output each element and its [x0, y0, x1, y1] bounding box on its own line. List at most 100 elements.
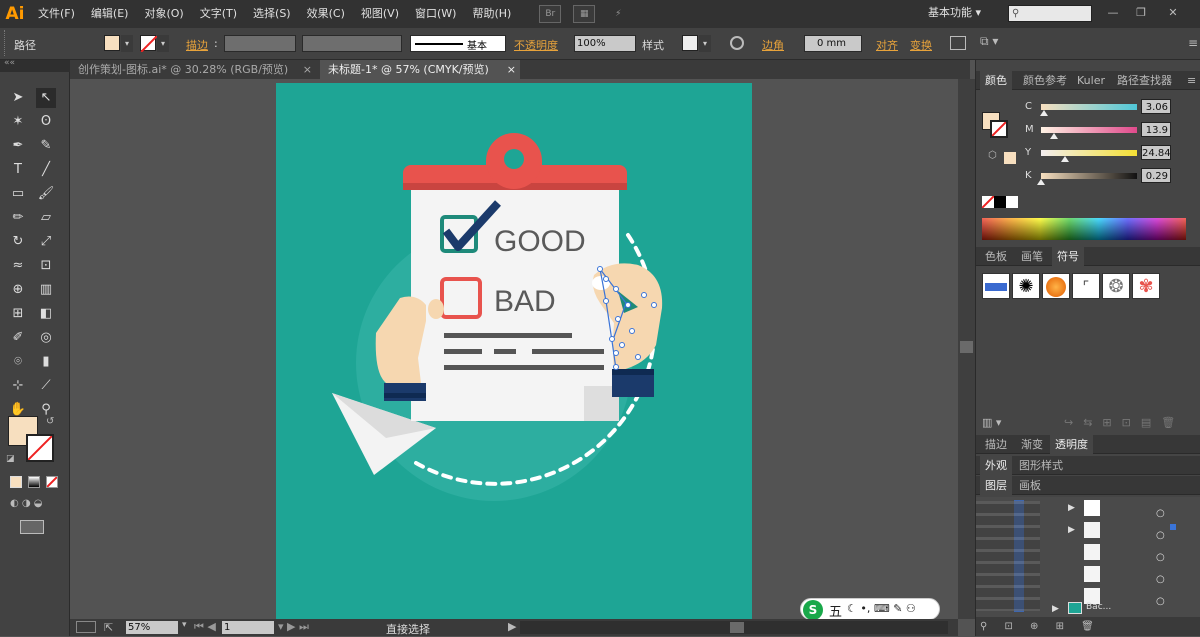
align-link[interactable]: 对齐	[876, 37, 898, 53]
symbol-sprayer-tool-icon[interactable]: ⌾	[8, 352, 28, 372]
menu-file[interactable]: 文件(F)	[30, 0, 83, 28]
menu-window[interactable]: 窗口(W)	[407, 0, 464, 28]
stroke-label[interactable]: 描边	[186, 37, 208, 53]
tab-document-1[interactable]: 创作策划-图标.ai* @ 30.28% (RGB/预览) ×	[70, 60, 316, 79]
zoom-dropdown-icon[interactable]: ▾	[182, 620, 187, 630]
slider-handle[interactable]	[1039, 110, 1048, 116]
recolor-artwork-icon[interactable]	[730, 36, 744, 50]
gradient-tool-icon[interactable]: ◧	[36, 304, 56, 324]
slider-value-field[interactable]: 24.84	[1141, 145, 1171, 160]
bridge-icon[interactable]: Br	[539, 5, 562, 23]
slider-track[interactable]	[1041, 173, 1137, 179]
symbol-ink-splat[interactable]: ✺	[1012, 273, 1040, 299]
stroke-none-swatch[interactable]	[140, 35, 158, 53]
slider-track[interactable]	[1041, 104, 1137, 110]
grip-handle[interactable]	[4, 30, 7, 56]
corner-label[interactable]: 边角	[762, 37, 784, 53]
curvature-tool-icon[interactable]: ✎	[36, 136, 56, 156]
slider-track[interactable]	[1041, 150, 1137, 156]
artboard-number-field[interactable]: 1	[222, 621, 274, 634]
pencil-tool-icon[interactable]: ✏	[8, 208, 28, 228]
none-swatch[interactable]	[981, 195, 995, 209]
slider-value-field[interactable]: 0.29	[1141, 168, 1171, 183]
artboard[interactable]: GOOD BAD	[276, 83, 752, 619]
brush-definition[interactable]: 基本	[410, 35, 506, 52]
selection-tool-icon[interactable]: ➤	[8, 88, 28, 108]
rotate-tool-icon[interactable]: ↻	[8, 232, 28, 252]
slider-handle[interactable]	[1060, 156, 1069, 162]
color-spectrum[interactable]	[982, 218, 1186, 240]
symbol-dotted-corner[interactable]: ⌜	[1072, 273, 1100, 299]
stroke-weight-field[interactable]	[224, 35, 296, 52]
next-artboard-icon[interactable]: ▾ ▶ ⏭	[278, 620, 309, 634]
stroke-color-box[interactable]	[26, 434, 54, 462]
symbol-orange-ball[interactable]	[1042, 273, 1070, 299]
collapse-icon[interactable]: ««	[4, 58, 15, 68]
restore-button[interactable]: ❐	[1130, 3, 1152, 23]
vertical-scrollbar[interactable]	[958, 79, 975, 619]
color-mode-icon[interactable]	[10, 476, 22, 488]
paintbrush-tool-icon[interactable]: 🖌	[36, 184, 56, 204]
horizontal-scrollbar[interactable]	[520, 621, 948, 634]
swap-fill-stroke-icon[interactable]: ↺	[46, 416, 54, 427]
menu-object[interactable]: 对象(O)	[136, 0, 191, 28]
menu-type[interactable]: 文字(T)	[192, 0, 245, 28]
tab-layers[interactable]: 图层	[980, 476, 1012, 495]
target-circle-icons[interactable]: ○ ○ ○ ○ ○	[1156, 503, 1165, 613]
tab-graphic-styles[interactable]: 图形样式	[1014, 456, 1068, 475]
layers-footer-icons[interactable]: ⚲ ⊡ ⊕ ⊞ 🗑	[976, 617, 1200, 636]
layers-list[interactable]: ▶ ▶ ▶ Bac... ○ ○ ○ ○ ○	[976, 497, 1200, 617]
slice-tool-icon[interactable]: ⟋	[36, 376, 56, 396]
tab-pathfinder[interactable]: 路径查找器	[1112, 71, 1177, 90]
lasso-tool-icon[interactable]: ʘ	[36, 112, 56, 132]
default-colors-icon[interactable]: ◪	[6, 454, 15, 464]
scale-tool-icon[interactable]: ⤢	[36, 232, 56, 252]
tab-gradient[interactable]: 渐变	[1016, 435, 1048, 454]
close-button[interactable]: ✕	[1162, 3, 1184, 23]
slider-handle[interactable]	[1050, 133, 1059, 139]
menu-effect[interactable]: 效果(C)	[299, 0, 353, 28]
expand-arrow-icon[interactable]: ▶	[1052, 604, 1059, 614]
tab-appearance[interactable]: 外观	[980, 456, 1012, 475]
expand-arrow-icon[interactable]: ▶	[1068, 525, 1075, 535]
perspective-grid-tool-icon[interactable]: ▥	[36, 280, 56, 300]
direct-selection-tool-icon[interactable]: ↖	[36, 88, 56, 108]
opacity-field[interactable]: 100%	[574, 35, 636, 52]
symbol-red-flower[interactable]: ✾	[1132, 273, 1160, 299]
pen-tool-icon[interactable]: ✒	[8, 136, 28, 156]
tab-transparency[interactable]: 透明度	[1050, 435, 1093, 454]
help-search-input[interactable]: ⚲	[1008, 5, 1092, 22]
menu-view[interactable]: 视图(V)	[353, 0, 407, 28]
type-tool-icon[interactable]: T	[8, 160, 28, 180]
tab-symbols[interactable]: 符号	[1052, 247, 1084, 266]
menu-edit[interactable]: 编辑(E)	[83, 0, 137, 28]
background-layer-name[interactable]: Bac...	[1086, 602, 1111, 612]
out-of-gamut-icon[interactable]: ⬡	[988, 150, 997, 161]
magic-wand-tool-icon[interactable]: ✶	[8, 112, 28, 132]
tab-close-icon[interactable]: ×	[507, 60, 516, 79]
status-menu-icon[interactable]: ▶	[508, 620, 516, 633]
corner-radius-field[interactable]: 0 mm	[804, 35, 862, 52]
select-similar-icon[interactable]: ⧉ ▾	[980, 34, 998, 49]
variable-width-profile[interactable]	[302, 35, 402, 52]
minimize-button[interactable]: —	[1102, 3, 1124, 23]
fill-swatch[interactable]	[104, 35, 120, 51]
tab-swatches[interactable]: 色板	[980, 247, 1012, 266]
panel-stroke-swatch[interactable]	[990, 120, 1008, 138]
expand-arrow-icon[interactable]: ▶	[1068, 503, 1075, 513]
ime-status-icons[interactable]: ☾ •, ⌨ ✎ ⚇	[847, 602, 916, 615]
white-swatch[interactable]	[1006, 196, 1018, 208]
tab-color[interactable]: 颜色	[980, 71, 1012, 90]
artboard-tool-icon[interactable]: ⊹	[8, 376, 28, 396]
symbol-blue-bar[interactable]	[982, 273, 1010, 299]
blend-tool-icon[interactable]: ◎	[36, 328, 56, 348]
zoom-field[interactable]: 57%	[126, 621, 178, 634]
symbol-libraries-icon[interactable]: ▥ ▾	[982, 416, 1001, 429]
tab-kuler[interactable]: Kuler	[1072, 71, 1110, 90]
gpu-preview-icon[interactable]	[76, 621, 96, 633]
slider-value-field[interactable]: 3.06	[1141, 99, 1171, 114]
style-dropdown-icon[interactable]: ▾	[699, 35, 711, 52]
shape-builder-tool-icon[interactable]: ⊕	[8, 280, 28, 300]
gpu-performance-icon[interactable]: ⚡	[607, 5, 629, 23]
transform-link[interactable]: 变换	[910, 37, 932, 53]
